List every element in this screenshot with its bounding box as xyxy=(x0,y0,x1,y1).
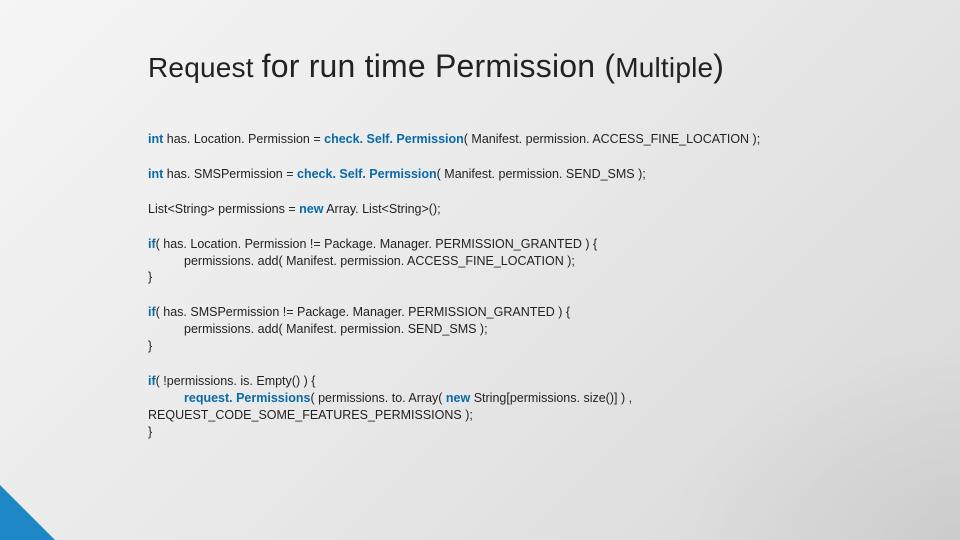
keyword-if: if xyxy=(148,374,156,388)
code-if-sms: if( has. SMSPermission != Package. Manag… xyxy=(148,304,900,355)
keyword-int: int xyxy=(148,132,163,146)
code-text: ( !permissions. is. Empty() ) { xyxy=(156,374,316,388)
title-part2: for run time Permission ( xyxy=(262,48,616,84)
keyword-if: if xyxy=(148,305,156,319)
code-line-2: int has. SMSPermission = check. Self. Pe… xyxy=(148,166,900,183)
code-text: ( permissions. to. Array( xyxy=(310,391,445,405)
code-text: String[permissions. size()] ) , xyxy=(470,391,632,405)
code-line-3: List<String> permissions = new Array. Li… xyxy=(148,201,900,218)
code-if-location: if( has. Location. Permission != Package… xyxy=(148,236,900,287)
code-text: REQUEST_CODE_SOME_FEATURES_PERMISSIONS )… xyxy=(148,407,900,424)
code-text: ( Manifest. permission. SEND_SMS ); xyxy=(437,167,646,181)
code-text: } xyxy=(148,269,900,286)
code-text: ( Manifest. permission. ACCESS_FINE_LOCA… xyxy=(464,132,760,146)
code-text: ( has. Location. Permission != Package. … xyxy=(156,237,598,251)
code-line-1: int has. Location. Permission = check. S… xyxy=(148,131,900,148)
title-part4: ) xyxy=(713,48,724,84)
code-text: } xyxy=(148,424,900,441)
title-part1: Request xyxy=(148,52,262,83)
code-if-empty: if( !permissions. is. Empty() ) { reques… xyxy=(148,373,900,441)
keyword-int: int xyxy=(148,167,163,181)
fn-requestperm: request. Permissions xyxy=(184,391,310,405)
code-block: int has. Location. Permission = check. S… xyxy=(148,131,900,440)
code-text: ( has. SMSPermission != Package. Manager… xyxy=(156,305,570,319)
code-text: has. SMSPermission = xyxy=(163,167,297,181)
code-text: permissions. add( Manifest. permission. … xyxy=(148,321,488,338)
code-text: has. Location. Permission = xyxy=(163,132,324,146)
accent-triangle xyxy=(0,485,55,540)
title-part3: Multiple xyxy=(615,52,713,83)
fn-checkself: check. Self. Permission xyxy=(324,132,464,146)
slide-title: Request for run time Permission (Multipl… xyxy=(148,48,900,85)
keyword-new: new xyxy=(299,202,323,216)
fn-checkself: check. Self. Permission xyxy=(297,167,437,181)
code-text: List<String> permissions = xyxy=(148,202,299,216)
code-text: } xyxy=(148,338,900,355)
keyword-new: new xyxy=(446,391,470,405)
code-text: Array. List<String>(); xyxy=(323,202,440,216)
slide-content: Request for run time Permission (Multipl… xyxy=(0,0,960,440)
keyword-if: if xyxy=(148,237,156,251)
code-text: permissions. add( Manifest. permission. … xyxy=(148,253,575,270)
